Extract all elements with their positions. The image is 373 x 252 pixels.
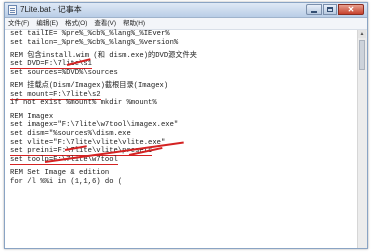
menu-help[interactable]: 帮助(H) (123, 18, 145, 29)
code-line: set DVD=F:\7lite\s1 (10, 60, 197, 70)
menu-edit[interactable]: 编辑(E) (36, 18, 58, 29)
code-line: REM Set Image & edition (10, 168, 110, 177)
menu-bar: 文件(F) 编辑(E) 格式(O) 查看(V) 帮助(H) (5, 18, 367, 30)
code-line: REM 挂载点(Dism/Imagex)截根目录(Imagex) (10, 82, 169, 91)
text-editor[interactable]: set tailIE= %pre%_%cb%_%lang%_%IEver% se… (5, 30, 358, 248)
minimize-icon (311, 10, 317, 13)
code-line: REM Imagex (10, 112, 54, 121)
code-line: set preini=F:\7lite\vlite\presets (10, 147, 197, 157)
code-line: set imagex="F:\7lite\w7tool\imagex.exe" (10, 121, 179, 130)
code-line: set dism="%sources%\dism.exe (10, 129, 131, 138)
close-button[interactable]: ✕ (338, 4, 364, 15)
minimize-button[interactable] (306, 4, 322, 15)
code-line: set sources=%DVD%\sources (10, 69, 118, 78)
code-line: if not exist %mount% mkdir %mount% (10, 99, 157, 108)
code-line: set tailIE= %pre%_%cb%_%lang%_%IEver% (10, 30, 170, 38)
code-line: set tailcn=_%pre%_%cb%_%lang%_%version% (10, 38, 179, 47)
title-bar[interactable]: 7Lite.bat - 记事本 ✕ (5, 3, 367, 18)
scrollbar-thumb[interactable] (359, 40, 365, 70)
scroll-up-arrow-icon[interactable]: ▲ (358, 30, 366, 38)
notepad-icon (8, 5, 17, 15)
menu-format[interactable]: 格式(O) (65, 18, 87, 29)
close-icon: ✕ (347, 5, 355, 14)
code-content: set tailIE= %pre%_%cb%_%lang%_%IEver% se… (10, 30, 197, 186)
code-line: for /l %%i in (1,1,6) do ( (10, 177, 123, 186)
window-controls: ✕ (305, 4, 364, 15)
code-line: REM 包含install.wim (和 dism.exe)的DVD源文件夹 (10, 51, 197, 60)
code-line: set mount=F:\7lite\s2 (10, 90, 197, 100)
menu-file[interactable]: 文件(F) (8, 18, 29, 29)
underlined-text: set mount=F:\7lite\s2 (10, 90, 101, 100)
code-line: set toolp=F:\7lite\w7tool (10, 155, 197, 165)
window-title: 7Lite.bat - 记事本 (20, 5, 82, 14)
maximize-icon (327, 7, 333, 12)
vertical-scrollbar[interactable]: ▲ (357, 30, 367, 248)
notepad-window: 7Lite.bat - 记事本 ✕ 文件(F) 编辑(E) 格式(O) 查看(V… (4, 2, 368, 249)
underlined-text: set toolp=F:\7lite\w7tool (10, 155, 118, 165)
maximize-button[interactable] (323, 4, 337, 15)
menu-view[interactable]: 查看(V) (94, 18, 116, 29)
